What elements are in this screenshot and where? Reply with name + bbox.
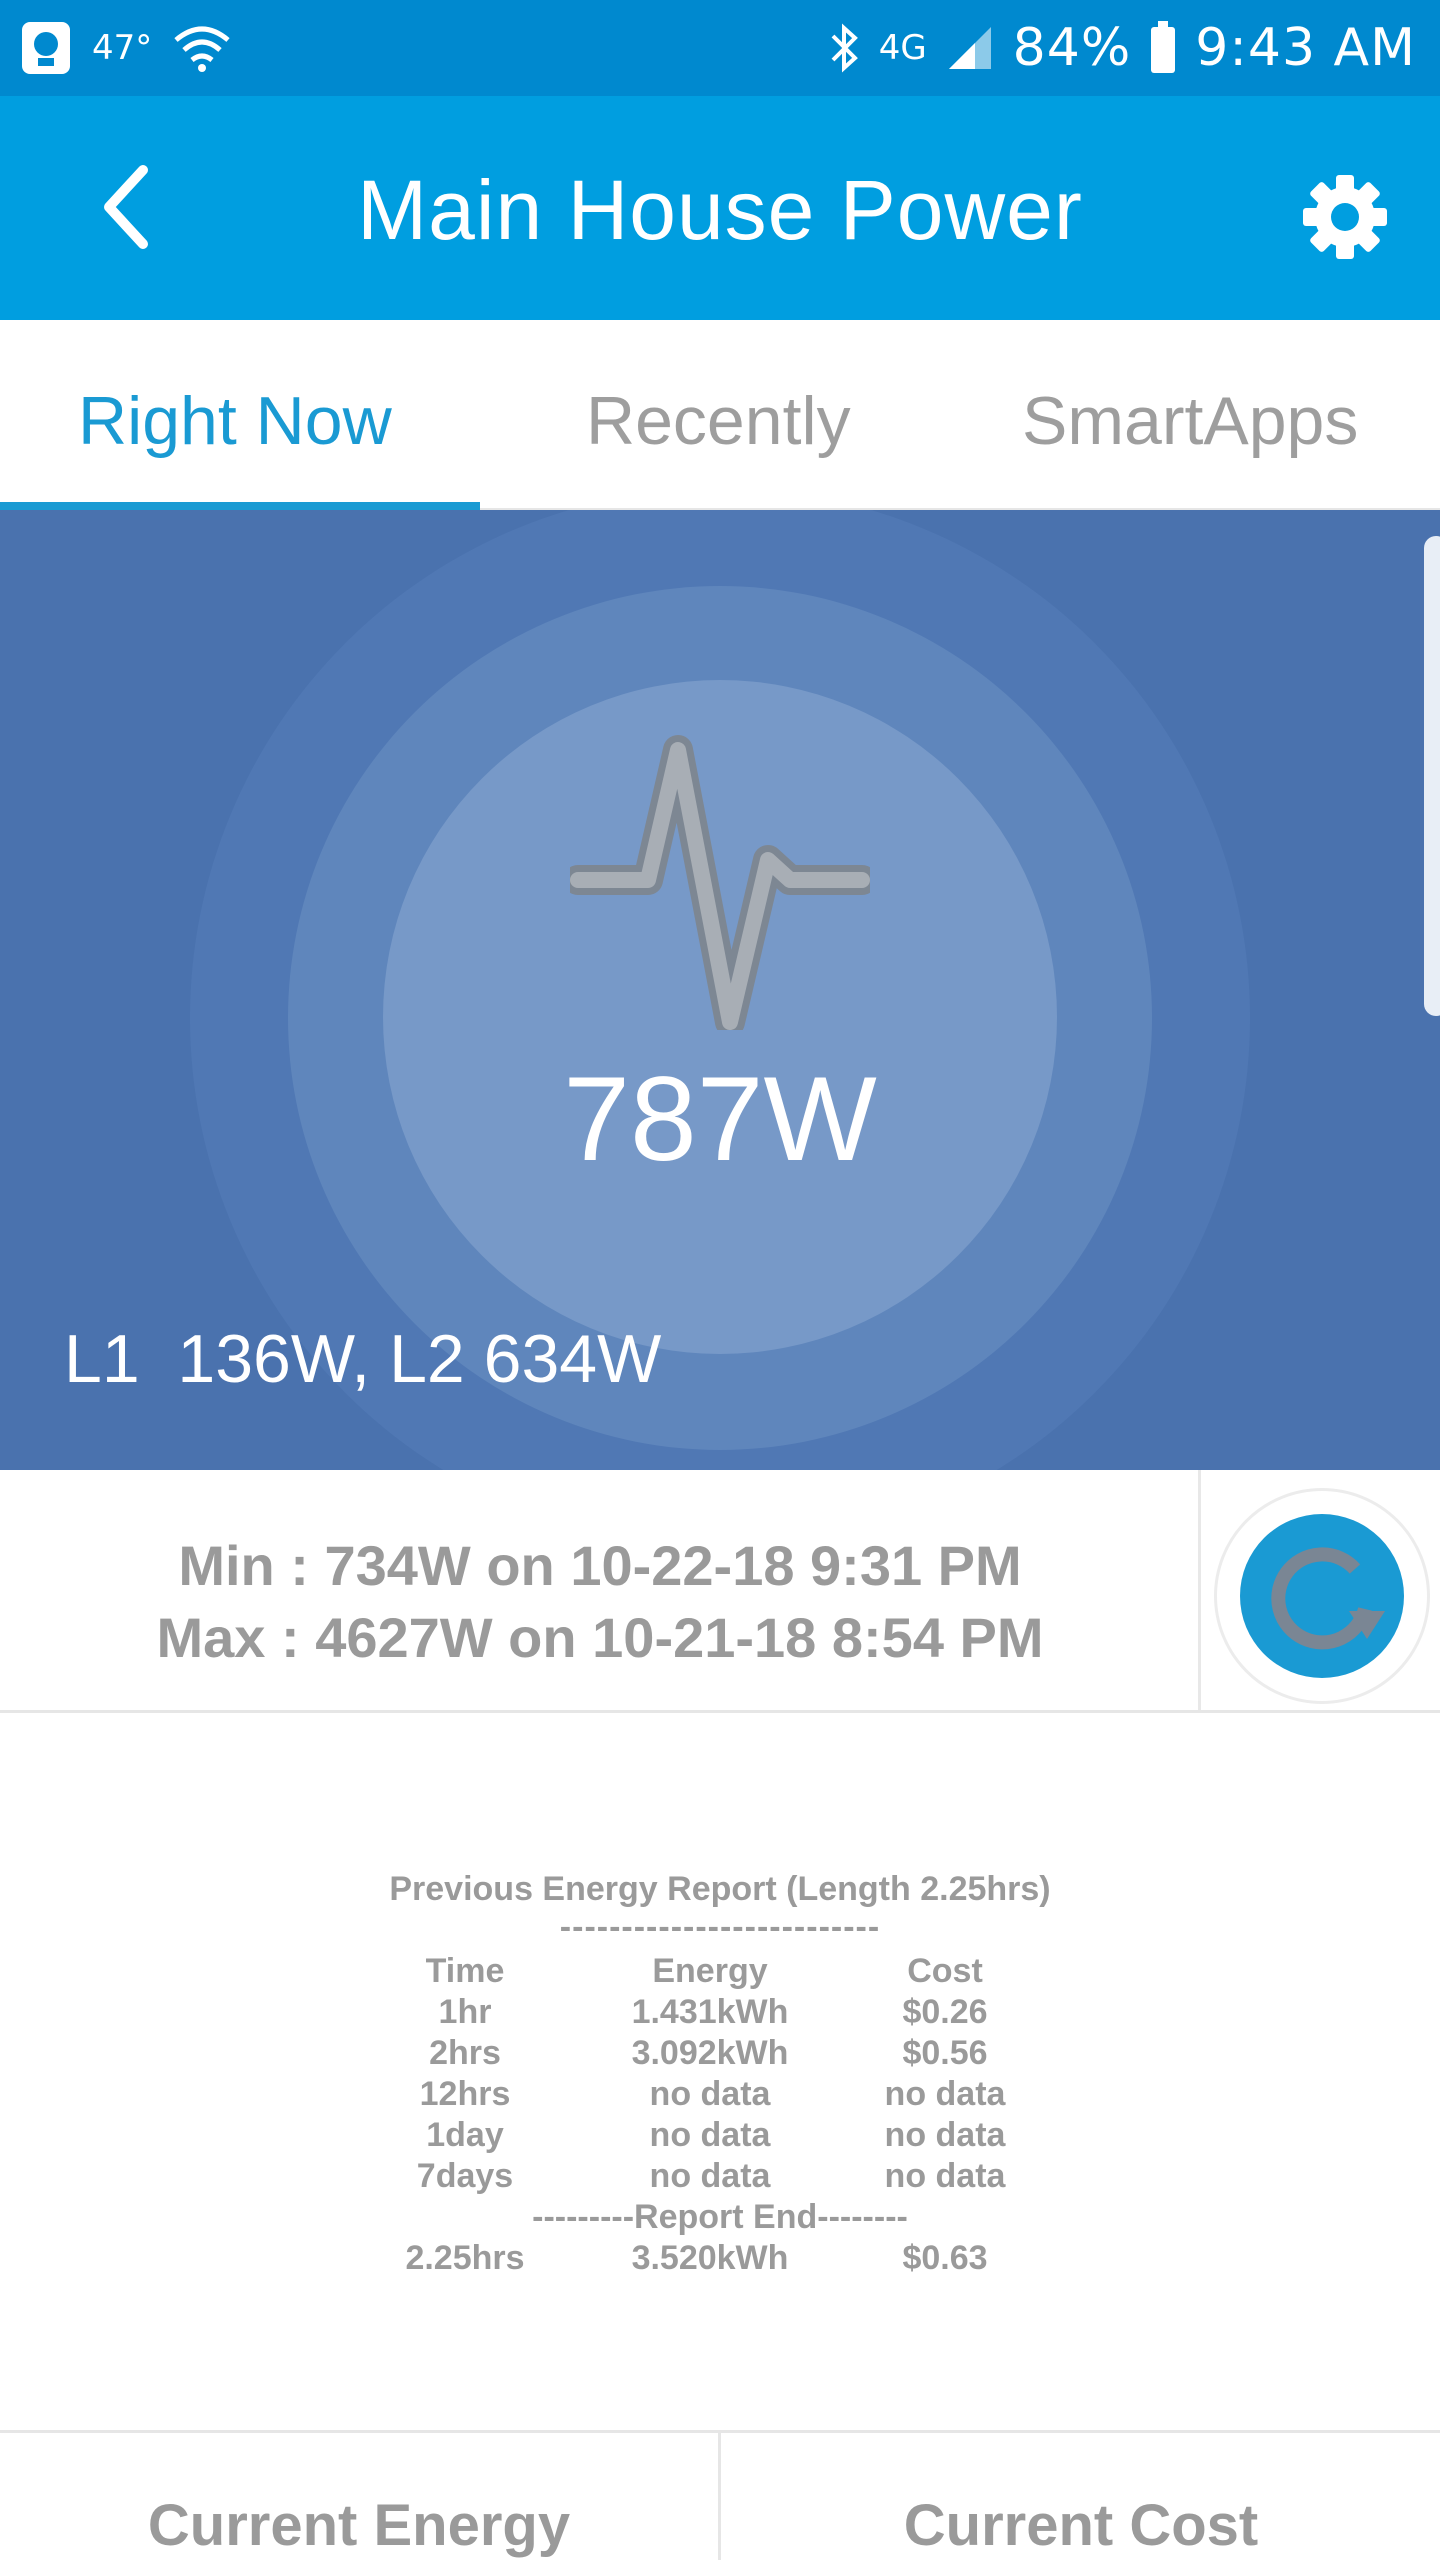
tab-recently[interactable]: Recently [586,382,851,460]
current-power-value: 787W [563,1052,877,1186]
report-cell: no data [884,2157,1006,2195]
report-total-time: 2.25hrs [405,2239,525,2277]
report-cell: 1.431kWh [631,1993,789,2031]
bottom-vertical-divider [718,2430,721,2560]
notification-icon [22,22,70,74]
side-panel-handle[interactable] [1424,536,1440,1016]
current-energy-tile[interactable]: Current Energy [0,2492,718,2559]
report-cell: $0.26 [902,1993,988,2031]
report-cell: no data [884,2075,1006,2113]
app-bar: Main House Power [0,96,1440,320]
report-cell: no data [649,2157,771,2195]
report-end-marker: ---------Report End-------- [532,2198,908,2236]
report-cell: no data [649,2075,771,2113]
report-cell: no data [884,2116,1006,2154]
min-max-text: Min : 734W on 10-22-18 9:31 PM Max : 462… [0,1530,1200,1674]
line-power-breakdown: L1 136W, L2 634W [64,1321,662,1397]
clock-text: 9:43 AM [1195,18,1416,78]
tab-right-now[interactable]: Right Now [78,382,392,460]
min-power-text: Min : 734W on 10-22-18 9:31 PM [178,1534,1022,1597]
min-max-divider [1198,1470,1201,1712]
bluetooth-icon [831,23,858,73]
battery-percent-text: 84% [1012,18,1132,78]
report-header-time: Time [425,1952,505,1990]
max-power-text: Max : 4627W on 10-21-18 8:54 PM [156,1606,1044,1669]
pulse-icon [570,735,870,1030]
report-cell: 3.092kWh [631,2034,789,2072]
status-bar: 47° 4G 84% 9:43 AM [0,0,1440,96]
tab-smartapps[interactable]: SmartApps [1022,382,1358,460]
report-cell: $0.56 [902,2034,988,2072]
report-header-cost: Cost [907,1952,983,1990]
report-cell: 1hr [438,1993,492,2031]
refresh-icon [1240,1514,1404,1678]
wifi-icon [174,26,230,72]
gear-icon [1303,175,1387,259]
section-divider [0,1710,1440,1713]
power-hero-panel: 787W L1 136W, L2 634W [0,510,1440,1470]
network-type-text: 4G [878,28,927,68]
report-cell: 1day [426,2116,504,2154]
report-cell: 12hrs [419,2075,511,2113]
temperature-text: 47° [92,28,153,68]
report-cell: 2hrs [429,2034,501,2072]
report-cell: no data [649,2116,771,2154]
report-total-cost: $0.63 [902,2239,988,2277]
report-title: Previous Energy Report (Length 2.25hrs) [389,1870,1051,1908]
report-total-energy: 3.520kWh [631,2239,789,2277]
report-header-energy: Energy [652,1952,768,1990]
page-title: Main House Power [357,163,1083,257]
report-separator: -------------------------- [559,1908,881,1946]
refresh-button[interactable] [1214,1488,1430,1704]
min-max-panel: Min : 734W on 10-22-18 9:31 PM Max : 462… [0,1470,1440,1712]
signal-icon [948,27,991,69]
settings-button[interactable] [1290,162,1400,272]
battery-icon [1151,21,1176,73]
tab-bar: Right Now Recently SmartApps [0,320,1440,510]
tab-active-indicator [0,502,480,510]
report-cell: 7days [416,2157,514,2195]
current-cost-tile[interactable]: Current Cost [722,2492,1440,2559]
